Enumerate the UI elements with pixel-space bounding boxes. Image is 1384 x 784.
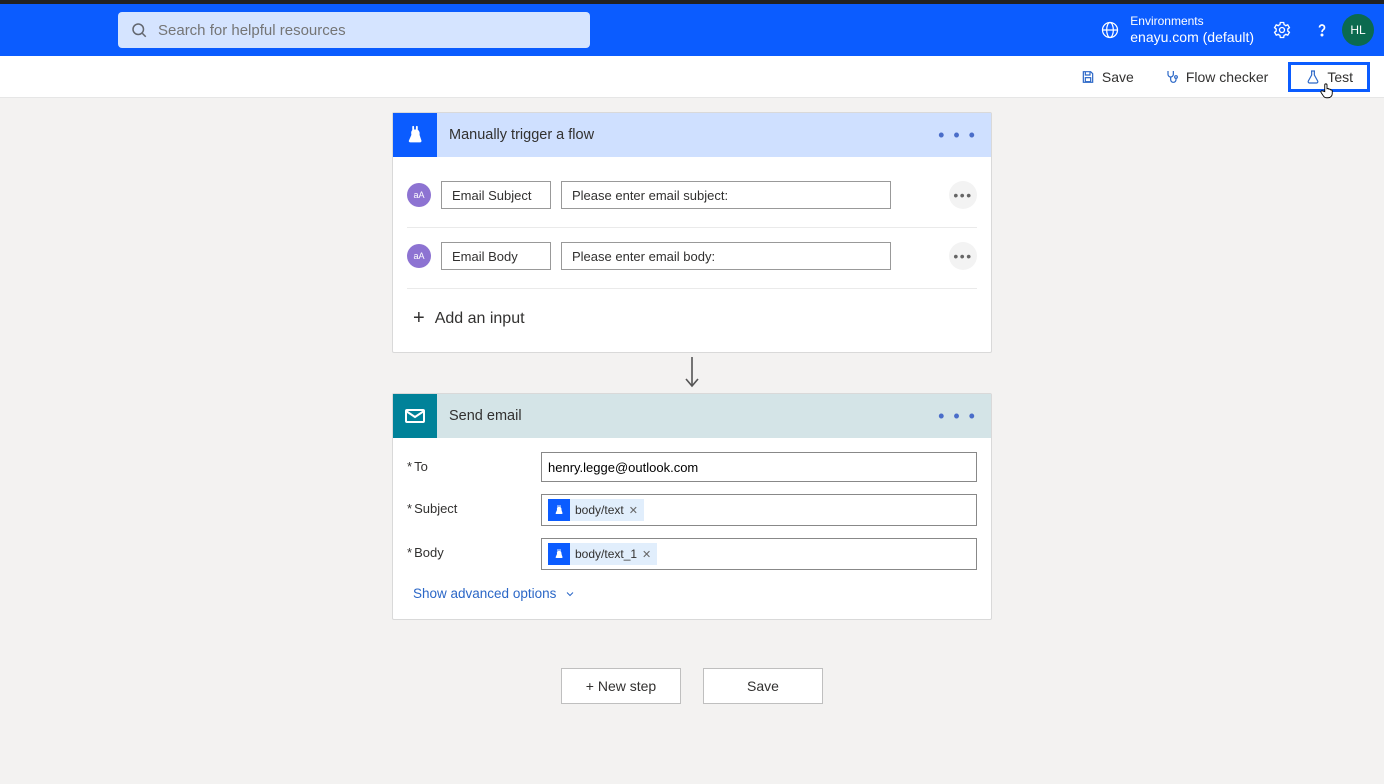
token-remove[interactable]: ✕ (642, 548, 651, 561)
token-trigger-icon (548, 499, 570, 521)
dynamic-token[interactable]: body/text ✕ (548, 499, 644, 521)
environment-name: enayu.com (default) (1130, 29, 1254, 46)
environment-label: Environments (1130, 14, 1254, 28)
show-advanced-options[interactable]: Show advanced options (407, 576, 977, 603)
app-header: Environments enayu.com (default) HL (0, 4, 1384, 56)
save-flow-button[interactable]: Save (703, 668, 823, 704)
input-name-field[interactable]: Email Subject (441, 181, 551, 209)
trigger-card-header[interactable]: Manually trigger a flow • • • (393, 113, 991, 157)
token-remove[interactable]: ✕ (629, 504, 638, 517)
flask-icon (1305, 69, 1321, 85)
chevron-down-icon (564, 588, 576, 600)
designer-toolbar: Save Flow checker Test (0, 56, 1384, 98)
search-box[interactable] (118, 12, 590, 48)
plus-icon: + (413, 307, 425, 330)
token-trigger-icon (548, 543, 570, 565)
row-more-button[interactable]: ••• (949, 242, 977, 270)
new-step-button[interactable]: + New step (561, 668, 681, 704)
user-avatar[interactable]: HL (1342, 14, 1374, 46)
environment-picker[interactable]: Environments enayu.com (default) (1100, 14, 1254, 45)
body-label: *Body (407, 538, 541, 560)
to-field[interactable]: henry.legge@outlook.com (541, 452, 977, 482)
action-more-button[interactable]: • • • (938, 406, 977, 427)
action-title: Send email (449, 408, 926, 424)
save-button[interactable]: Save (1070, 63, 1144, 91)
mail-icon (393, 394, 437, 438)
text-type-badge: aA (407, 244, 431, 268)
settings-button[interactable] (1262, 10, 1302, 50)
subject-field[interactable]: body/text ✕ (541, 494, 977, 526)
trigger-input-row: aA Email Subject Please enter email subj… (407, 167, 977, 228)
gear-icon (1272, 20, 1292, 40)
input-prompt-field[interactable]: Please enter email body: (561, 242, 891, 270)
row-more-button[interactable]: ••• (949, 181, 977, 209)
action-card-header[interactable]: Send email • • • (393, 394, 991, 438)
help-icon (1312, 20, 1332, 40)
subject-label: *Subject (407, 494, 541, 516)
flow-checker-button[interactable]: Flow checker (1154, 63, 1278, 91)
test-button[interactable]: Test (1288, 62, 1370, 92)
input-name-field[interactable]: Email Body (441, 242, 551, 270)
action-card: Send email • • • *To henry.legge@outlook… (392, 393, 992, 620)
connector-arrow (680, 353, 704, 393)
save-icon (1080, 69, 1096, 85)
body-field[interactable]: body/text_1 ✕ (541, 538, 977, 570)
help-button[interactable] (1302, 10, 1342, 50)
text-type-badge: aA (407, 183, 431, 207)
trigger-title: Manually trigger a flow (449, 127, 926, 143)
trigger-card: Manually trigger a flow • • • aA Email S… (392, 112, 992, 353)
search-input[interactable] (158, 22, 578, 39)
globe-icon (1100, 20, 1120, 40)
add-input-button[interactable]: + Add an input (407, 289, 977, 340)
dynamic-token[interactable]: body/text_1 ✕ (548, 543, 657, 565)
trigger-icon (393, 113, 437, 157)
to-label: *To (407, 452, 541, 474)
search-icon (130, 21, 148, 39)
input-prompt-field[interactable]: Please enter email subject: (561, 181, 891, 209)
stethoscope-icon (1164, 69, 1180, 85)
trigger-more-button[interactable]: • • • (938, 125, 977, 146)
trigger-input-row: aA Email Body Please enter email body: •… (407, 228, 977, 289)
